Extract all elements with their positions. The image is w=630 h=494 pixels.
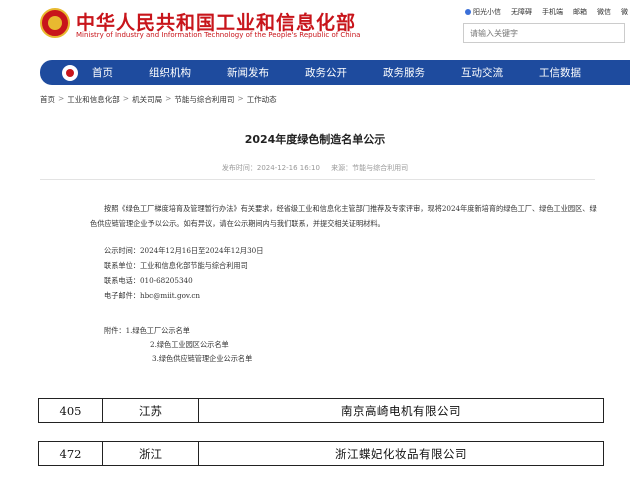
breadcrumb-work-news[interactable]: 工作动态 [247, 94, 277, 105]
toplink-mail[interactable]: 邮箱 [573, 7, 587, 17]
nav-item-news[interactable]: 新闻发布 [227, 65, 269, 80]
contact-unit: 联系单位：工业和信息化部节能与综合利用司 [104, 261, 248, 270]
breadcrumb-home[interactable]: 首页 [40, 94, 55, 105]
page: 中华人民共和国工业和信息化部 Ministry of Industry and … [0, 0, 630, 494]
attachment-green-supply-chain[interactable]: 3.绿色供应链管理企业公示名单 [152, 354, 252, 364]
row-number: 472 [39, 442, 103, 465]
national-emblem-icon[interactable] [40, 8, 70, 38]
nav-item-interaction[interactable]: 互动交流 [461, 65, 503, 80]
contact-info: 公示时间：2024年12月16日至2024年12月30日 联系单位：工业和信息化… [104, 243, 263, 303]
row-province: 浙江 [103, 442, 199, 465]
breadcrumb-separator: > [58, 94, 65, 103]
contact-email: 电子邮件：hbc@miit.gov.cn [104, 291, 201, 300]
nav-item-data[interactable]: 工信数据 [539, 65, 581, 80]
search-input[interactable]: 请输入关键字 [463, 23, 625, 43]
toplink-wechat[interactable]: 微信 [597, 7, 611, 17]
nav-item-services[interactable]: 政务服务 [383, 65, 425, 80]
breadcrumb-ministry[interactable]: 工业和信息化部 [67, 94, 120, 105]
article-paragraph: 按照《绿色工厂梯度培育及管理暂行办法》有关要求，经省级工业和信息化主管部门推荐及… [90, 204, 597, 228]
row-number: 405 [39, 399, 103, 422]
attachment-green-park[interactable]: 2.绿色工业园区公示名单 [150, 340, 229, 350]
sunshine-icon [465, 9, 471, 15]
breadcrumb-separator: > [122, 94, 130, 103]
row-province: 江苏 [103, 399, 199, 422]
breadcrumb-energy-dept[interactable]: 节能与综合利用司 [174, 94, 234, 105]
divider [40, 179, 595, 180]
notice-period: 公示时间：2024年12月16日至2024年12月30日 [104, 246, 264, 255]
attachment-green-factory[interactable]: 附件：1.绿色工厂公示名单 [104, 326, 190, 336]
table-row: 405 江苏 南京高崎电机有限公司 [38, 398, 604, 423]
ministry-logo-icon[interactable] [62, 64, 78, 81]
toplink-accessibility[interactable]: 无障碍 [511, 7, 532, 17]
toplink-sunshine[interactable]: 阳光小信 [465, 7, 501, 17]
breadcrumb-departments[interactable]: 机关司局 [132, 94, 162, 105]
main-nav: 首页 组织机构 新闻发布 政务公开 政务服务 互动交流 工信数据 [40, 60, 630, 85]
nav-item-home[interactable]: 首页 [92, 65, 113, 80]
breadcrumb: 首页 > 工业和信息化部 > 机关司局 > 节能与综合利用司 > 工作动态 [40, 94, 277, 105]
row-company: 南京高崎电机有限公司 [341, 403, 461, 418]
breadcrumb-separator: > [237, 94, 244, 103]
nav-item-government-affairs[interactable]: 政务公开 [305, 65, 347, 80]
breadcrumb-separator: > [165, 94, 172, 103]
contact-phone: 联系电话：010-68205340 [104, 276, 193, 285]
article-source: 来源：节能与综合利用司 [331, 164, 409, 172]
table-row: 472 浙江 浙江蝶妃化妆品有限公司 [38, 441, 604, 466]
article-meta: 发布时间：2024-12-16 16:10 来源：节能与综合利用司 [0, 163, 630, 173]
top-links: 阳光小信 无障碍 手机端 邮箱 微信 微 [465, 7, 628, 17]
row-company: 浙江蝶妃化妆品有限公司 [335, 446, 467, 461]
site-header: 中华人民共和国工业和信息化部 Ministry of Industry and … [0, 0, 630, 58]
nav-item-organization[interactable]: 组织机构 [149, 65, 191, 80]
toplink-weibo[interactable]: 微 [621, 7, 628, 17]
article-title: 2024年度绿色制造名单公示 [244, 133, 386, 146]
site-subtitle: Ministry of Industry and Information Tec… [76, 31, 361, 39]
publish-time: 发布时间：2024-12-16 16:10 [221, 164, 320, 172]
toplink-mobile[interactable]: 手机端 [542, 7, 563, 17]
